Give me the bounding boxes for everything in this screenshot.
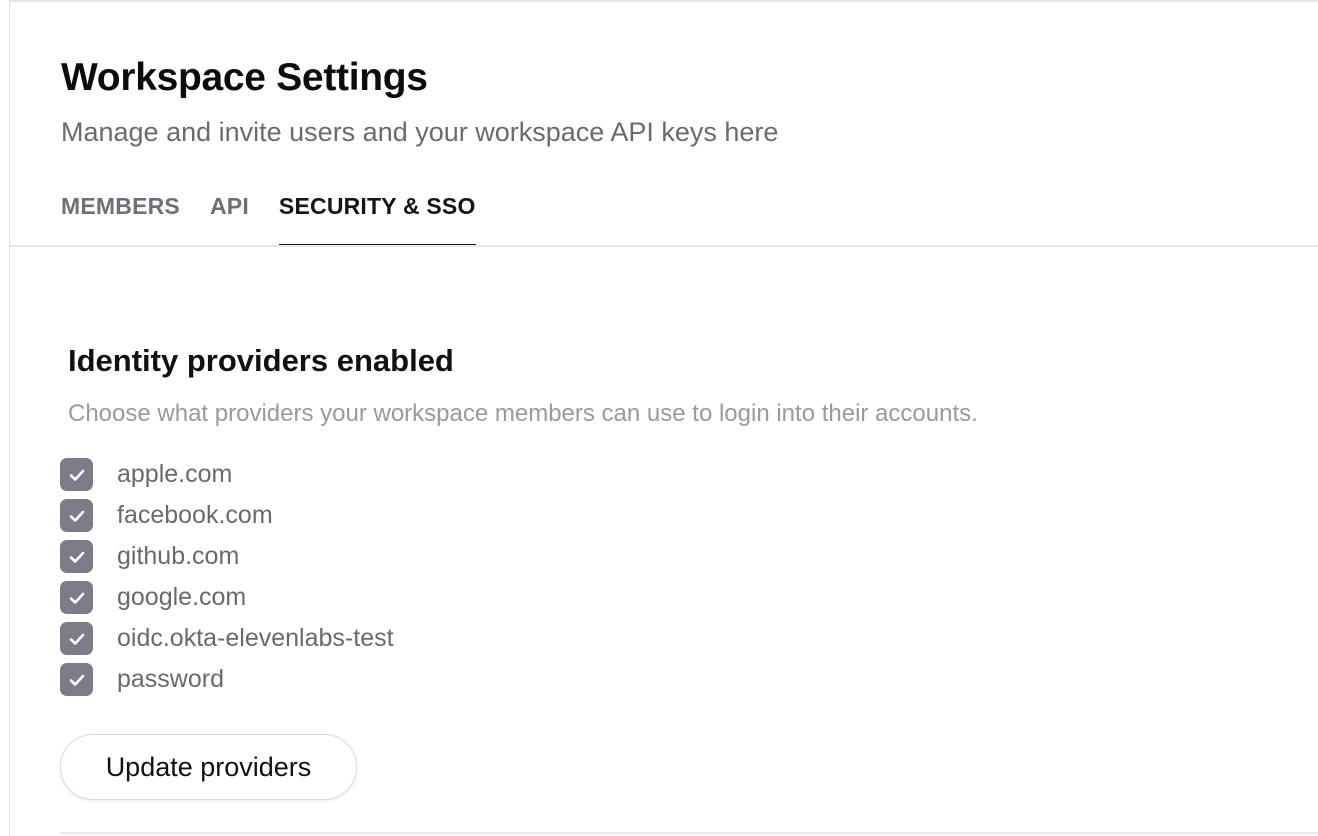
check-icon	[69, 469, 84, 481]
tab-security-sso[interactable]: SECURITY & SSO	[278, 188, 476, 246]
check-icon	[69, 592, 84, 604]
section-description: Choose what providers your workspace mem…	[68, 400, 978, 427]
tabs-divider	[9, 245, 1318, 247]
provider-item-github[interactable]: github.com	[60, 536, 394, 577]
provider-checkbox[interactable]	[60, 622, 93, 655]
provider-label: github.com	[117, 542, 240, 570]
provider-checkbox[interactable]	[60, 663, 93, 696]
provider-label: facebook.com	[117, 501, 273, 529]
check-icon	[69, 551, 84, 563]
provider-item-apple[interactable]: apple.com	[60, 454, 394, 495]
check-icon	[69, 510, 84, 522]
provider-checkbox[interactable]	[60, 458, 93, 491]
section-bottom-divider	[60, 832, 1318, 834]
section-title: Identity providers enabled	[68, 343, 454, 378]
provider-item-google[interactable]: google.com	[60, 577, 394, 618]
provider-label: password	[117, 665, 224, 693]
page-subtitle: Manage and invite users and your workspa…	[61, 117, 779, 147]
tab-api[interactable]: API	[210, 188, 249, 246]
provider-item-password[interactable]: password	[60, 659, 394, 700]
provider-checkbox[interactable]	[60, 499, 93, 532]
provider-label: google.com	[117, 583, 247, 611]
provider-checkbox[interactable]	[60, 581, 93, 614]
provider-list: apple.com facebook.com github.com google…	[60, 454, 394, 700]
top-border	[9, 0, 1318, 2]
workspace-settings-panel: Workspace Settings Manage and invite use…	[0, 0, 1318, 836]
provider-item-oidc-okta[interactable]: oidc.okta-elevenlabs-test	[60, 618, 394, 659]
page-title: Workspace Settings	[61, 56, 428, 99]
check-icon	[69, 674, 84, 686]
left-border	[9, 0, 10, 836]
provider-checkbox[interactable]	[60, 540, 93, 573]
provider-label: apple.com	[117, 460, 233, 488]
tab-members[interactable]: MEMBERS	[61, 188, 180, 246]
settings-tabs: MEMBERS API SECURITY & SSO	[61, 188, 506, 246]
check-icon	[69, 633, 84, 645]
update-providers-button[interactable]: Update providers	[60, 734, 357, 800]
provider-item-facebook[interactable]: facebook.com	[60, 495, 394, 536]
provider-label: oidc.okta-elevenlabs-test	[117, 624, 394, 652]
